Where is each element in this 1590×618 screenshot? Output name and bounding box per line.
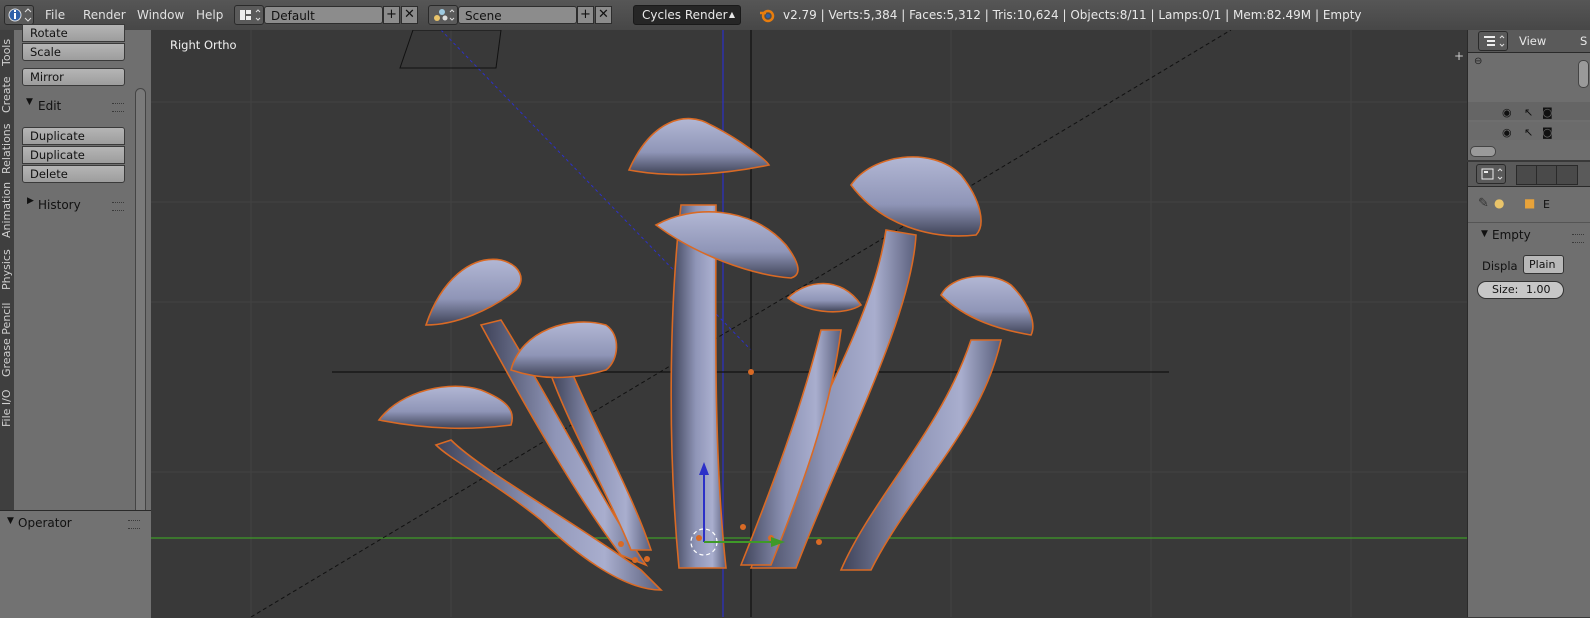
tool-shelf-tabs: Tools Create Relations Animation Physics…	[0, 30, 15, 510]
tab-tools[interactable]: Tools	[0, 36, 14, 68]
outliner-view-menu[interactable]: View	[1519, 34, 1546, 48]
plus-icon[interactable]: +	[1453, 50, 1465, 62]
disclosure-closed-icon[interactable]: ▶	[27, 196, 34, 206]
panel-grip-icon[interactable]	[1572, 234, 1584, 243]
blender-logo-icon	[760, 9, 775, 23]
panel-grip-icon[interactable]	[128, 520, 140, 529]
plus-icon: +	[580, 7, 591, 22]
empty-origin[interactable]	[748, 369, 754, 375]
outliner-header: View S	[1468, 30, 1590, 53]
editor-type-selector[interactable]	[4, 5, 34, 25]
breadcrumb-object-name[interactable]: E	[1543, 198, 1550, 211]
outliner-search-label[interactable]: S	[1580, 34, 1587, 48]
eye-icon[interactable]: ◉	[1502, 126, 1512, 139]
scene-icon	[434, 9, 455, 21]
add-screen-button[interactable]: +	[383, 6, 400, 24]
display-label: Displa	[1482, 259, 1518, 273]
chevron-updown-icon: ▲	[728, 10, 735, 19]
camera-render-icon[interactable]: ◙	[1542, 126, 1553, 139]
empty-object-icon: ■	[1524, 196, 1536, 210]
delete-screen-button[interactable]: ✕	[401, 6, 418, 24]
scene-tab-icon[interactable]	[1556, 165, 1578, 185]
tab-create[interactable]: Create	[0, 76, 14, 114]
camera-render-icon[interactable]: ◙	[1542, 106, 1553, 119]
tab-file-io[interactable]: File I/O	[0, 386, 14, 430]
close-icon: ✕	[598, 7, 609, 22]
collapse-icon[interactable]: ⊖	[1474, 56, 1482, 67]
properties-header	[1468, 162, 1590, 187]
render-engine-label: Cycles Render	[642, 8, 728, 22]
disclosure-open-icon[interactable]: ▼	[7, 516, 14, 526]
operator-panel-title[interactable]: Operator	[18, 514, 72, 532]
disclosure-open-icon[interactable]: ▼	[1481, 229, 1488, 239]
outliner-hscrollbar[interactable]	[1470, 146, 1496, 157]
properties-icon	[1481, 168, 1503, 180]
panel-grip-icon[interactable]	[112, 103, 124, 112]
tab-relations[interactable]: Relations	[0, 123, 14, 174]
divider	[1468, 222, 1590, 223]
layout-grid-icon	[240, 9, 261, 21]
viewport-scene	[151, 30, 1467, 617]
view-label: Right Ortho	[170, 38, 237, 52]
size-value: 1.00	[1526, 283, 1551, 296]
cursor-select-icon[interactable]: ↖	[1524, 126, 1533, 139]
screen-layout-name[interactable]: Default	[264, 6, 383, 24]
mushroom-group[interactable]	[377, 117, 1034, 591]
cursor-select-icon[interactable]: ↖	[1524, 106, 1533, 119]
delete-button[interactable]: Delete	[22, 165, 125, 183]
edit-panel-title[interactable]: Edit	[38, 97, 61, 115]
close-icon: ✕	[404, 7, 415, 22]
tab-physics[interactable]: Physics	[0, 248, 14, 292]
menu-help[interactable]: Help	[196, 0, 223, 30]
size-label: Size:	[1492, 283, 1519, 296]
render-engine-dropdown[interactable]: Cycles Render ▲	[633, 5, 741, 25]
outliner-icon	[1484, 35, 1505, 47]
tool-shelf: Rotate Scale Mirror ▼ Edit Duplicate Dup…	[14, 24, 152, 530]
render-tab-icon[interactable]	[1516, 165, 1538, 185]
tab-animation[interactable]: Animation	[0, 182, 14, 238]
tab-grease-pencil[interactable]: Grease Pencil	[0, 302, 14, 378]
info-header: File Render Window Help Default + ✕ Scen…	[0, 0, 1590, 31]
history-panel-title[interactable]: History	[38, 196, 81, 214]
display-type-value: Plain	[1529, 258, 1556, 271]
delete-scene-button[interactable]: ✕	[595, 6, 612, 24]
screen-layout-selector[interactable]	[234, 5, 264, 25]
3d-viewport[interactable]: Right Ortho +	[151, 30, 1467, 617]
outliner-vscrollbar[interactable]	[1578, 60, 1589, 88]
eye-icon[interactable]: ◉	[1502, 106, 1512, 119]
scene-name[interactable]: Scene	[458, 6, 577, 24]
add-scene-button[interactable]: +	[577, 6, 594, 24]
pin-icon[interactable]: ✎	[1478, 196, 1489, 211]
disclosure-open-icon[interactable]: ▼	[26, 97, 33, 107]
display-type-dropdown[interactable]: Plain	[1523, 255, 1564, 274]
panel-grip-icon[interactable]	[112, 202, 124, 211]
rotate-button[interactable]: Rotate	[22, 24, 125, 42]
render-layers-tab-icon[interactable]	[1536, 165, 1558, 185]
editor-type-selector[interactable]	[1478, 31, 1508, 51]
mirror-button[interactable]: Mirror	[22, 68, 125, 86]
outliner: View S ⊖ ◉ ↖ ◙ ◉ ↖ ◙	[1467, 30, 1590, 160]
info-icon	[8, 8, 32, 22]
scene-icon: ●	[1494, 196, 1505, 210]
scene-statistics: v2.79 | Verts:5,384 | Faces:5,312 | Tris…	[783, 8, 1362, 22]
scene-selector[interactable]	[428, 5, 458, 25]
editor-type-selector[interactable]	[1476, 164, 1506, 184]
empty-panel-title[interactable]: Empty	[1492, 228, 1531, 242]
plus-icon: +	[386, 7, 397, 22]
tool-shelf-scrollbar[interactable]	[135, 88, 146, 530]
duplicate-button[interactable]: Duplicate	[22, 127, 125, 145]
properties-editor: ✎ ● ■ E ▼ Empty Displa Plain Size: 1.00	[1467, 162, 1590, 617]
menu-window[interactable]: Window	[137, 0, 184, 30]
empty-size-field[interactable]: Size: 1.00	[1477, 281, 1564, 299]
duplicate-linked-button[interactable]: Duplicate Linked	[22, 146, 125, 178]
scale-button[interactable]: Scale	[22, 43, 125, 61]
operator-panel: ▼ Operator	[0, 510, 151, 618]
